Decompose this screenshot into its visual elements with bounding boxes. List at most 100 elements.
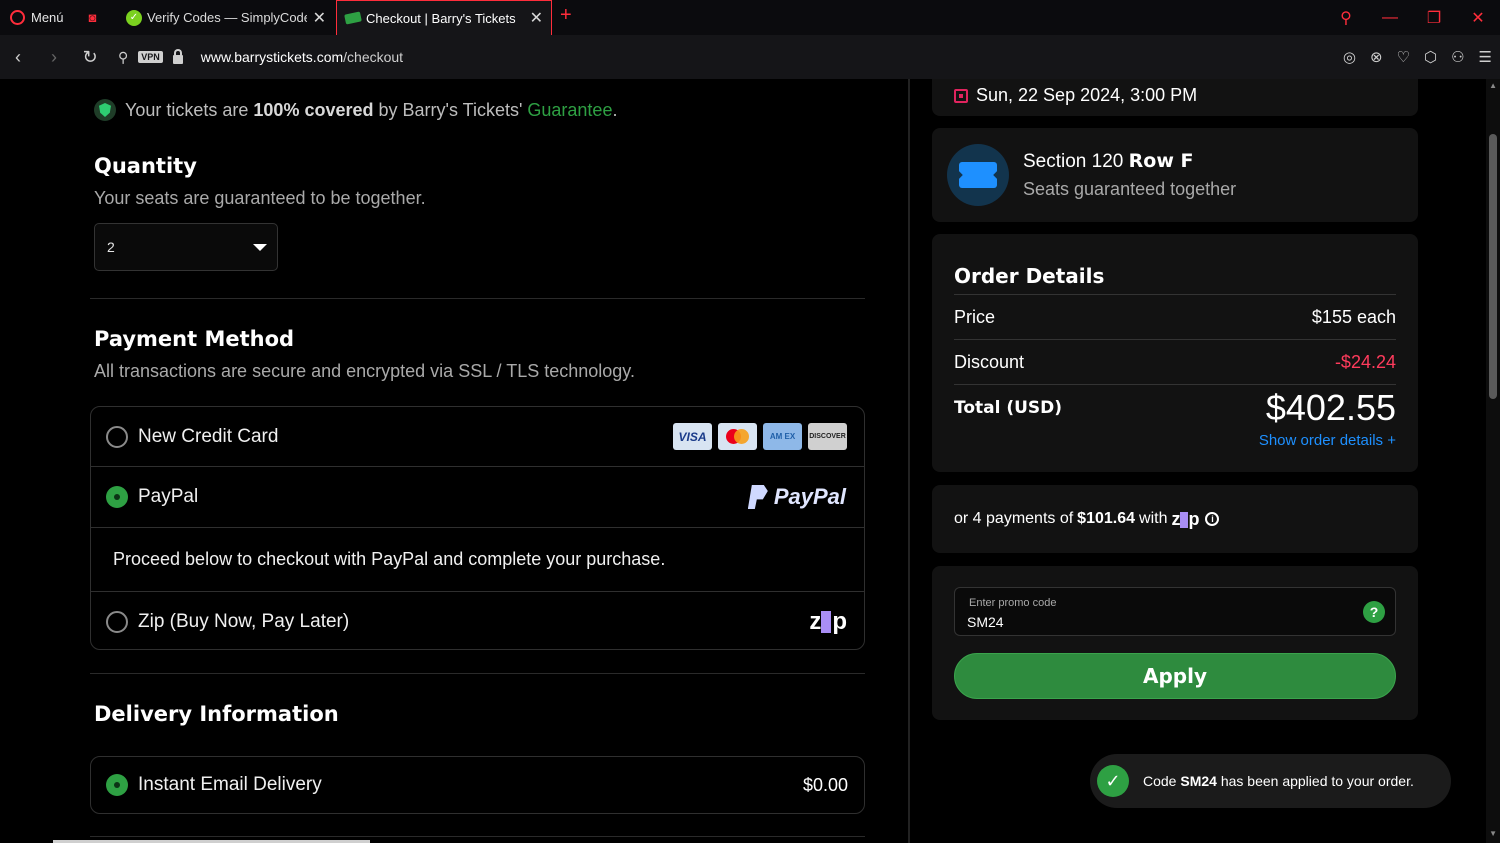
gamepad-icon[interactable]: ◙ bbox=[82, 0, 104, 35]
payment-label: PayPal bbox=[138, 486, 199, 507]
help-icon[interactable]: ? bbox=[1363, 601, 1385, 623]
account-icon[interactable]: ⚇ bbox=[1451, 48, 1464, 66]
paypal-logo: PayPal bbox=[747, 484, 846, 510]
vertical-scroll-thumb[interactable] bbox=[1489, 134, 1497, 399]
toast-message: Code SM24 has been applied to your order… bbox=[1143, 773, 1414, 789]
seat-panel: Section 120 Row F Seats guaranteed toget… bbox=[932, 128, 1418, 222]
divider bbox=[90, 673, 865, 674]
guarantee-middle: by Barry's Tickets' bbox=[373, 99, 528, 120]
calendar-icon bbox=[954, 88, 968, 103]
ticket-icon bbox=[947, 144, 1009, 206]
tab-title: Verify Codes — SimplyCodes bbox=[147, 10, 307, 25]
show-order-details-link[interactable]: Show order details + bbox=[1259, 432, 1396, 449]
radio-zip[interactable] bbox=[106, 610, 128, 633]
minimize-icon[interactable]: — bbox=[1368, 9, 1412, 27]
order-title: Order Details bbox=[954, 264, 1105, 288]
installments-suffix: with bbox=[1139, 510, 1168, 527]
quantity-value: 2 bbox=[107, 239, 115, 255]
seat-row: Row F bbox=[1128, 150, 1194, 172]
quantity-select[interactable]: 2 bbox=[94, 223, 278, 271]
tab-checkout[interactable]: Checkout | Barry's Tickets ✕ bbox=[336, 0, 552, 35]
delivery-option-email[interactable]: Instant Email Delivery $0.00 bbox=[90, 756, 865, 814]
radio-credit-card[interactable] bbox=[106, 425, 128, 448]
chevron-down-icon bbox=[253, 244, 267, 251]
opera-logo-icon bbox=[10, 10, 25, 25]
total-label: Total (USD) bbox=[954, 397, 1063, 418]
quantity-title: Quantity bbox=[94, 154, 197, 178]
payment-option-zip[interactable]: Zip (Buy Now, Pay Later) zp bbox=[91, 592, 864, 649]
payment-option-paypal[interactable]: PayPal PayPal bbox=[91, 467, 864, 528]
toast-prefix: Code bbox=[1143, 773, 1181, 789]
vpn-badge[interactable]: VPN bbox=[138, 51, 163, 63]
paypal-note-row: Proceed below to checkout with PayPal an… bbox=[91, 528, 864, 592]
ticket-favicon-icon bbox=[344, 11, 362, 25]
paypal-wordmark: PayPal bbox=[773, 484, 846, 509]
toolbar-right: ◎ ⊗ ♡ ⬡ ⚇ ☰ bbox=[1343, 35, 1492, 79]
lock-icon[interactable] bbox=[172, 48, 183, 64]
zip-logo: zp bbox=[809, 607, 847, 635]
paypal-note: Proceed below to checkout with PayPal an… bbox=[113, 549, 666, 569]
simplycodes-favicon-icon: ✓ bbox=[126, 9, 142, 26]
visa-icon: VISA bbox=[673, 423, 712, 450]
promo-label: Enter promo code bbox=[969, 597, 1057, 609]
scroll-down-icon[interactable]: ▼ bbox=[1489, 829, 1497, 838]
window-controls: ⚲ — ❐ ✕ bbox=[1324, 0, 1500, 35]
forward-icon[interactable]: › bbox=[36, 47, 72, 68]
promo-code-input[interactable] bbox=[967, 614, 1267, 630]
url-path: /checkout bbox=[343, 49, 404, 65]
payment-title: Payment Method bbox=[94, 327, 295, 351]
guarantee-link[interactable]: Guarantee bbox=[527, 100, 612, 121]
discount-label: Discount bbox=[954, 351, 1025, 372]
new-tab-icon[interactable]: + bbox=[560, 4, 572, 27]
amex-icon: AM EX bbox=[763, 423, 802, 450]
price-row: Price $155 each bbox=[954, 294, 1396, 339]
discover-icon: DISCOVER bbox=[808, 423, 847, 450]
promo-applied-toast: ✓ Code SM24 has been applied to your ord… bbox=[1090, 754, 1451, 808]
checkout-page: Your tickets are 100% covered by Barry's… bbox=[0, 79, 1500, 843]
promo-panel: Enter promo code ? Apply bbox=[932, 566, 1418, 720]
camera-icon[interactable]: ◎ bbox=[1343, 48, 1356, 66]
menu-label: Menú bbox=[31, 10, 64, 25]
heart-icon[interactable]: ♡ bbox=[1397, 48, 1410, 66]
adblock-icon[interactable]: ⊗ bbox=[1370, 48, 1383, 66]
guarantee-bold: 100% covered bbox=[253, 99, 374, 120]
payment-label: Zip (Buy Now, Pay Later) bbox=[138, 610, 350, 632]
cube-icon[interactable]: ⬡ bbox=[1424, 48, 1437, 66]
close-icon[interactable]: ✕ bbox=[313, 8, 326, 28]
divider bbox=[90, 836, 865, 837]
order-details-panel: Order Details Price $155 each Discount -… bbox=[932, 234, 1418, 472]
url-field[interactable]: www.barrystickets.com/checkout bbox=[201, 49, 403, 65]
divider bbox=[90, 298, 865, 299]
payment-options: New Credit Card VISA AM EX DISCOVER PayP… bbox=[90, 406, 865, 650]
shield-check-icon bbox=[94, 99, 116, 121]
back-icon[interactable]: ‹ bbox=[0, 47, 36, 68]
discount-row: Discount -$24.24 bbox=[954, 339, 1396, 384]
apply-button[interactable]: Apply bbox=[954, 653, 1396, 699]
easy-setup-icon[interactable]: ☰ bbox=[1479, 48, 1492, 66]
opera-menu-button[interactable]: Menú bbox=[0, 0, 74, 35]
vertical-scrollbar[interactable]: ▲ ▼ bbox=[1486, 79, 1500, 843]
payment-label: New Credit Card bbox=[138, 425, 279, 447]
radio-email-delivery[interactable] bbox=[106, 774, 128, 796]
promo-code-field[interactable]: Enter promo code ? bbox=[954, 587, 1396, 636]
restore-icon[interactable]: ❐ bbox=[1412, 8, 1456, 28]
payment-option-credit-card[interactable]: New Credit Card VISA AM EX DISCOVER bbox=[91, 407, 864, 467]
key-icon[interactable]: ⚲ bbox=[118, 49, 128, 66]
close-window-icon[interactable]: ✕ bbox=[1456, 8, 1500, 28]
price-value: $155 each bbox=[1311, 306, 1396, 327]
total-value: $402.55 bbox=[1265, 386, 1396, 428]
browser-tab-bar: Menú ◙ ✓ Verify Codes — SimplyCodes ✕ Ch… bbox=[0, 0, 1500, 35]
reload-icon[interactable]: ↻ bbox=[72, 47, 108, 68]
price-label: Price bbox=[954, 306, 996, 327]
guarantee-prefix: Your tickets are bbox=[125, 99, 254, 120]
search-icon[interactable]: ⚲ bbox=[1324, 8, 1368, 28]
toast-suffix: has been applied to your order. bbox=[1216, 773, 1414, 789]
discount-value: -$24.24 bbox=[1334, 351, 1396, 372]
column-divider bbox=[908, 79, 910, 843]
close-icon[interactable]: ✕ bbox=[530, 8, 543, 28]
info-icon[interactable]: i bbox=[1205, 512, 1220, 526]
scroll-up-icon[interactable]: ▲ bbox=[1489, 81, 1497, 90]
mastercard-icon bbox=[718, 423, 757, 450]
tab-verify-codes[interactable]: ✓ Verify Codes — SimplyCodes ✕ bbox=[118, 0, 334, 35]
radio-paypal[interactable] bbox=[106, 486, 128, 508]
